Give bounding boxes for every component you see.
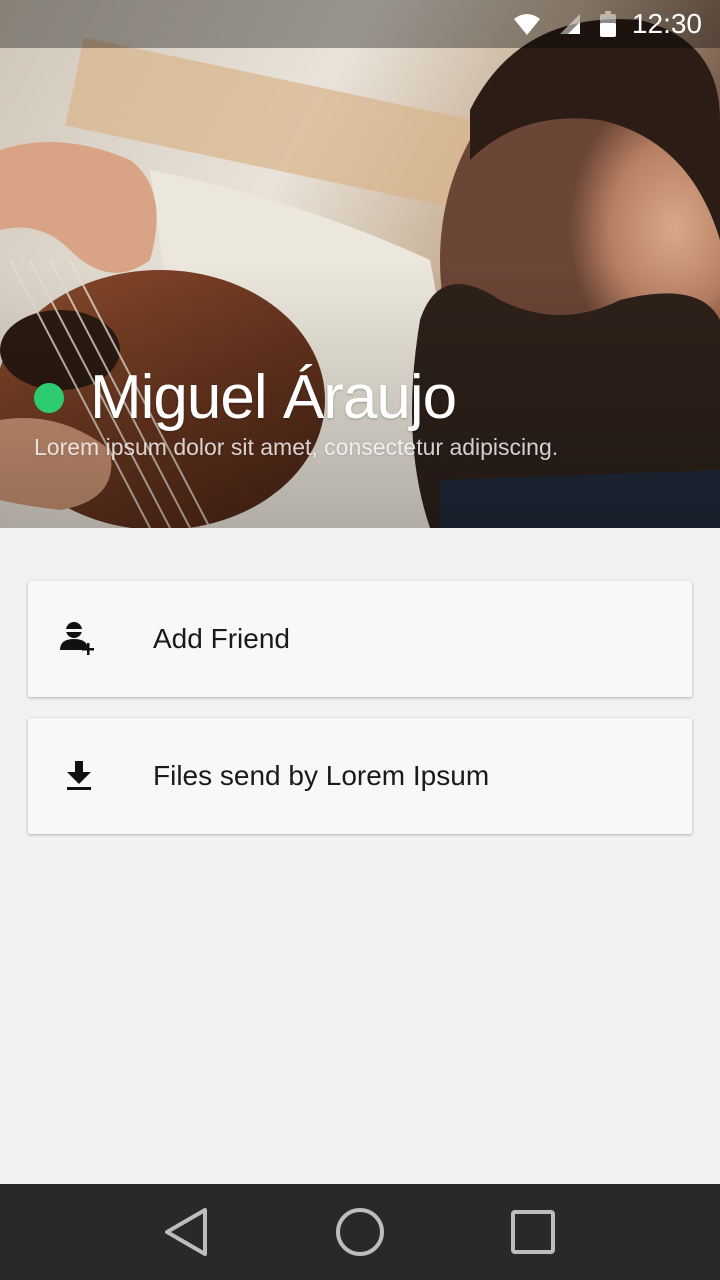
status-bar: 12:30	[0, 0, 720, 48]
status-time: 12:30	[631, 8, 702, 39]
add-friend-button[interactable]: Add Friend	[28, 581, 692, 697]
recents-icon[interactable]	[503, 1202, 563, 1262]
online-status-indicator	[34, 382, 64, 413]
profile-name: Miguel Áraujo	[90, 363, 457, 432]
profile-header-image: 12:30 Miguel Áraujo Lorem ipsum dolor si…	[0, 0, 720, 528]
system-navigation-bar	[0, 1184, 720, 1280]
download-icon	[28, 761, 153, 791]
cell-signal-icon	[559, 14, 580, 34]
files-sent-button[interactable]: Files send by Lorem Ipsum	[28, 718, 692, 834]
add-person-icon	[28, 620, 153, 658]
add-friend-label: Add Friend	[153, 623, 290, 654]
wifi-icon	[513, 13, 540, 35]
profile-name-row: Miguel Áraujo	[34, 362, 457, 433]
back-icon[interactable]	[157, 1202, 217, 1262]
battery-icon	[599, 11, 616, 37]
home-icon[interactable]	[330, 1202, 390, 1262]
files-sent-label: Files send by Lorem Ipsum	[153, 760, 490, 791]
profile-status-text: Lorem ipsum dolor sit amet, consectetur …	[34, 434, 559, 460]
